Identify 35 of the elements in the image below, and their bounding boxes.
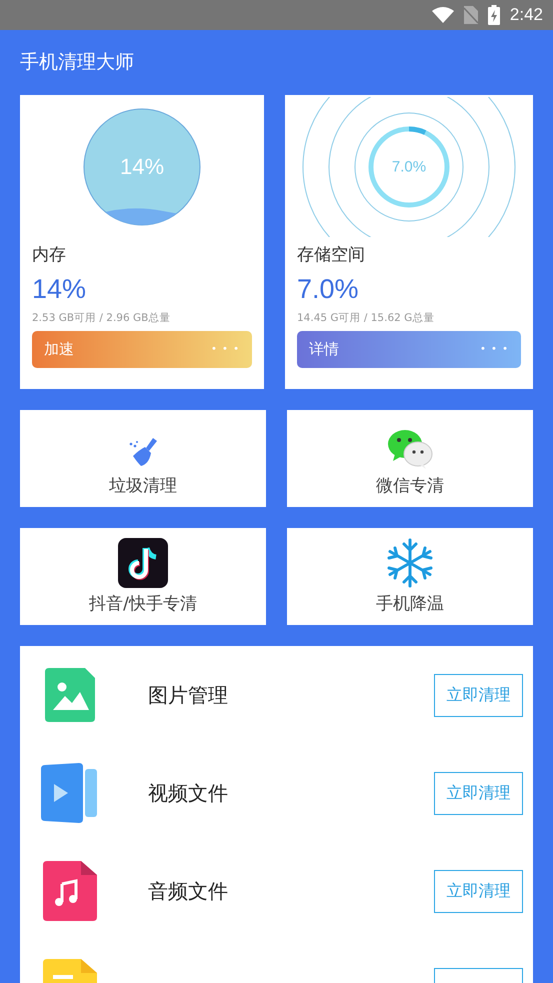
no-sim-icon [464, 6, 478, 24]
action-label: 详情 [309, 340, 339, 359]
tool-tile[interactable]: 抖音/快手专清 [20, 528, 266, 625]
clean-now-button[interactable]: 立即清理 [434, 772, 523, 814]
video-file-icon [41, 763, 99, 823]
snowflake-icon [385, 538, 435, 588]
tool-tile[interactable]: 微信专清 [287, 410, 533, 507]
clean-now-button[interactable]: 立即清理 [434, 674, 523, 716]
chat-bubbles-icon [387, 428, 433, 470]
usage-detail: 2.53 GB可用 / 2.96 GB总量 [32, 311, 172, 325]
music-note-app-icon [118, 538, 168, 588]
gauge-value: 14% [120, 154, 164, 180]
file-category-label: 图片管理 [148, 682, 228, 708]
action-label: 加速 [44, 340, 74, 359]
usage-percent: 14% [32, 274, 88, 305]
status-time: 2:42 [510, 5, 543, 25]
file-category-label: 音频文件 [148, 878, 228, 904]
more-dots: • • • [480, 344, 509, 355]
action-button[interactable]: 详情 • • • [297, 331, 521, 368]
wifi-icon [432, 7, 454, 23]
more-dots: • • • [210, 344, 240, 355]
action-button[interactable]: 加速 • • • [32, 331, 252, 368]
clean-now-button[interactable]: 立即清理 [434, 870, 523, 912]
usage-percent: 7.0% [297, 274, 360, 305]
gauge-value: 7.0% [392, 158, 426, 176]
usage-detail: 14.45 G可用 / 15.62 G总量 [297, 311, 436, 325]
image-file-icon [45, 668, 95, 722]
tool-tile[interactable]: 手机降温 [287, 528, 533, 625]
card-label: 内存 [32, 244, 67, 266]
app-title: 手机清理大师 [20, 50, 135, 75]
music-file-icon [43, 861, 97, 921]
battery-charging-icon [488, 5, 500, 25]
card-label: 存储空间 [297, 244, 366, 266]
file-category-label: 视频文件 [148, 780, 228, 806]
tool-tile[interactable]: 垃圾清理 [20, 410, 266, 507]
